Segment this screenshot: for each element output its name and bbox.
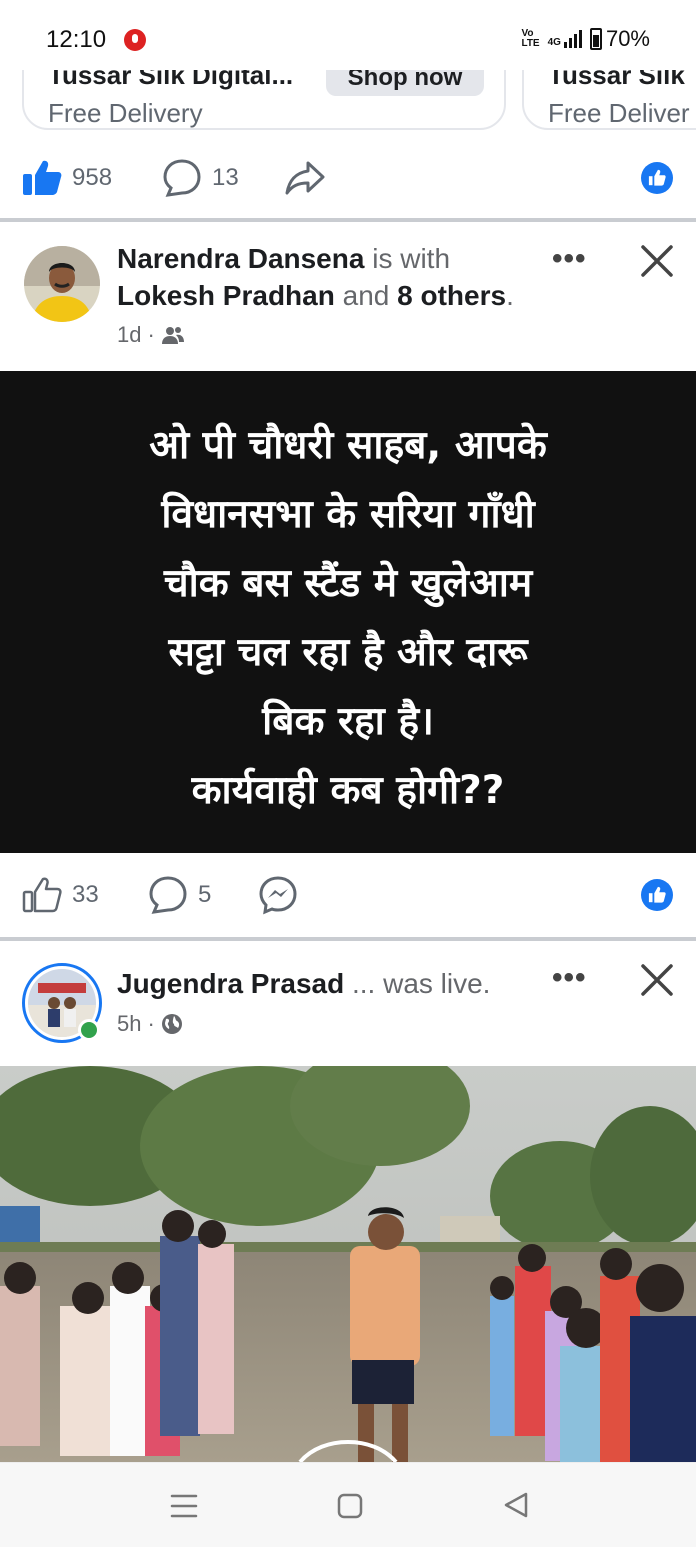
ad-subtitle: Free Delivery	[48, 98, 203, 128]
post-actions: 958 13	[0, 138, 696, 218]
post-header: Narendra Dansena is with Lokesh Pradhan …	[0, 222, 696, 362]
back-icon[interactable]	[503, 1491, 529, 1519]
post-actions: 33 5	[0, 855, 696, 935]
friends-audience-icon	[161, 327, 184, 344]
close-icon[interactable]	[640, 244, 674, 278]
like-button[interactable]: 33	[22, 855, 99, 935]
notification-icon	[124, 29, 146, 51]
post-meta: 1d ·	[117, 322, 185, 348]
post-author-line: Narendra Dansena is with Lokesh Pradhan …	[117, 243, 514, 311]
like-icon	[22, 877, 62, 913]
messenger-icon	[259, 876, 297, 915]
ad-subtitle: Free Deliver	[548, 98, 690, 128]
live-video[interactable]	[0, 1066, 696, 1462]
comment-count: 5	[198, 881, 212, 908]
video-frame	[0, 1066, 696, 1462]
status-bar: 12:10 Vo LTE 4G 70%	[0, 0, 696, 70]
close-icon[interactable]	[640, 963, 674, 997]
text-post-card[interactable]: ओ पी चौधरी साहब, आपके विधानसभा के सरिया …	[0, 371, 696, 853]
post-time[interactable]: 1d	[117, 322, 141, 348]
post-header: Jugendra Prasad ... was live. 5h · •••	[0, 941, 696, 1081]
tagged-person[interactable]: Lokesh Pradhan	[117, 280, 335, 311]
comment-icon	[149, 876, 187, 914]
post-time[interactable]: 5h	[117, 1011, 141, 1037]
post-text: ओ पी चौधरी साहब, आपके विधानसभा के सरिया …	[149, 423, 547, 813]
comment-count: 13	[212, 164, 239, 191]
avatar[interactable]	[24, 246, 100, 322]
ad-title: Tussar Silk	[548, 70, 685, 90]
author-name[interactable]: Narendra Dansena	[117, 243, 364, 274]
tagged-others[interactable]: 8 others	[397, 280, 506, 311]
comment-button[interactable]: 13	[162, 138, 239, 218]
reaction-like-icon	[641, 879, 673, 911]
volte-icon: Vo LTE	[521, 28, 540, 49]
post-meta: 5h ·	[117, 1011, 183, 1037]
like-filled-icon	[23, 160, 62, 195]
comment-icon	[163, 159, 201, 197]
shop-now-button[interactable]: Shop now	[326, 70, 484, 96]
ad-card[interactable]: Tussar Silk Digital... Free Delivery Sho…	[22, 70, 506, 130]
share-icon	[285, 161, 325, 195]
more-options-icon[interactable]: •••	[552, 242, 587, 276]
like-button[interactable]: 958	[22, 138, 112, 218]
online-status-badge	[78, 1019, 100, 1041]
send-messenger-button[interactable]	[258, 855, 298, 935]
battery-percent: 70%	[605, 26, 650, 51]
like-count: 33	[72, 881, 99, 908]
comment-button[interactable]: 5	[148, 855, 211, 935]
more-options-icon[interactable]: •••	[552, 961, 587, 995]
signal-icon: 4G	[548, 30, 582, 48]
like-count: 958	[72, 164, 113, 191]
post-author-line: Jugendra Prasad ... was live.	[117, 968, 491, 999]
share-button[interactable]	[284, 138, 326, 218]
author-name[interactable]: Jugendra Prasad	[117, 968, 344, 999]
system-navigation-bar	[0, 1462, 696, 1547]
public-globe-icon	[161, 1014, 182, 1034]
status-time: 12:10	[46, 26, 107, 53]
ad-carousel[interactable]: Tussar Silk Digital... Free Delivery Sho…	[0, 70, 696, 136]
reaction-like-icon	[641, 162, 673, 194]
ad-card[interactable]: Tussar Silk Free Deliver	[522, 70, 696, 130]
battery-icon	[589, 28, 602, 50]
home-icon[interactable]	[337, 1493, 363, 1519]
recent-apps-icon[interactable]	[170, 1493, 198, 1519]
ad-title: Tussar Silk Digital...	[48, 70, 294, 90]
status-indicators: Vo LTE 4G 70%	[521, 26, 650, 52]
